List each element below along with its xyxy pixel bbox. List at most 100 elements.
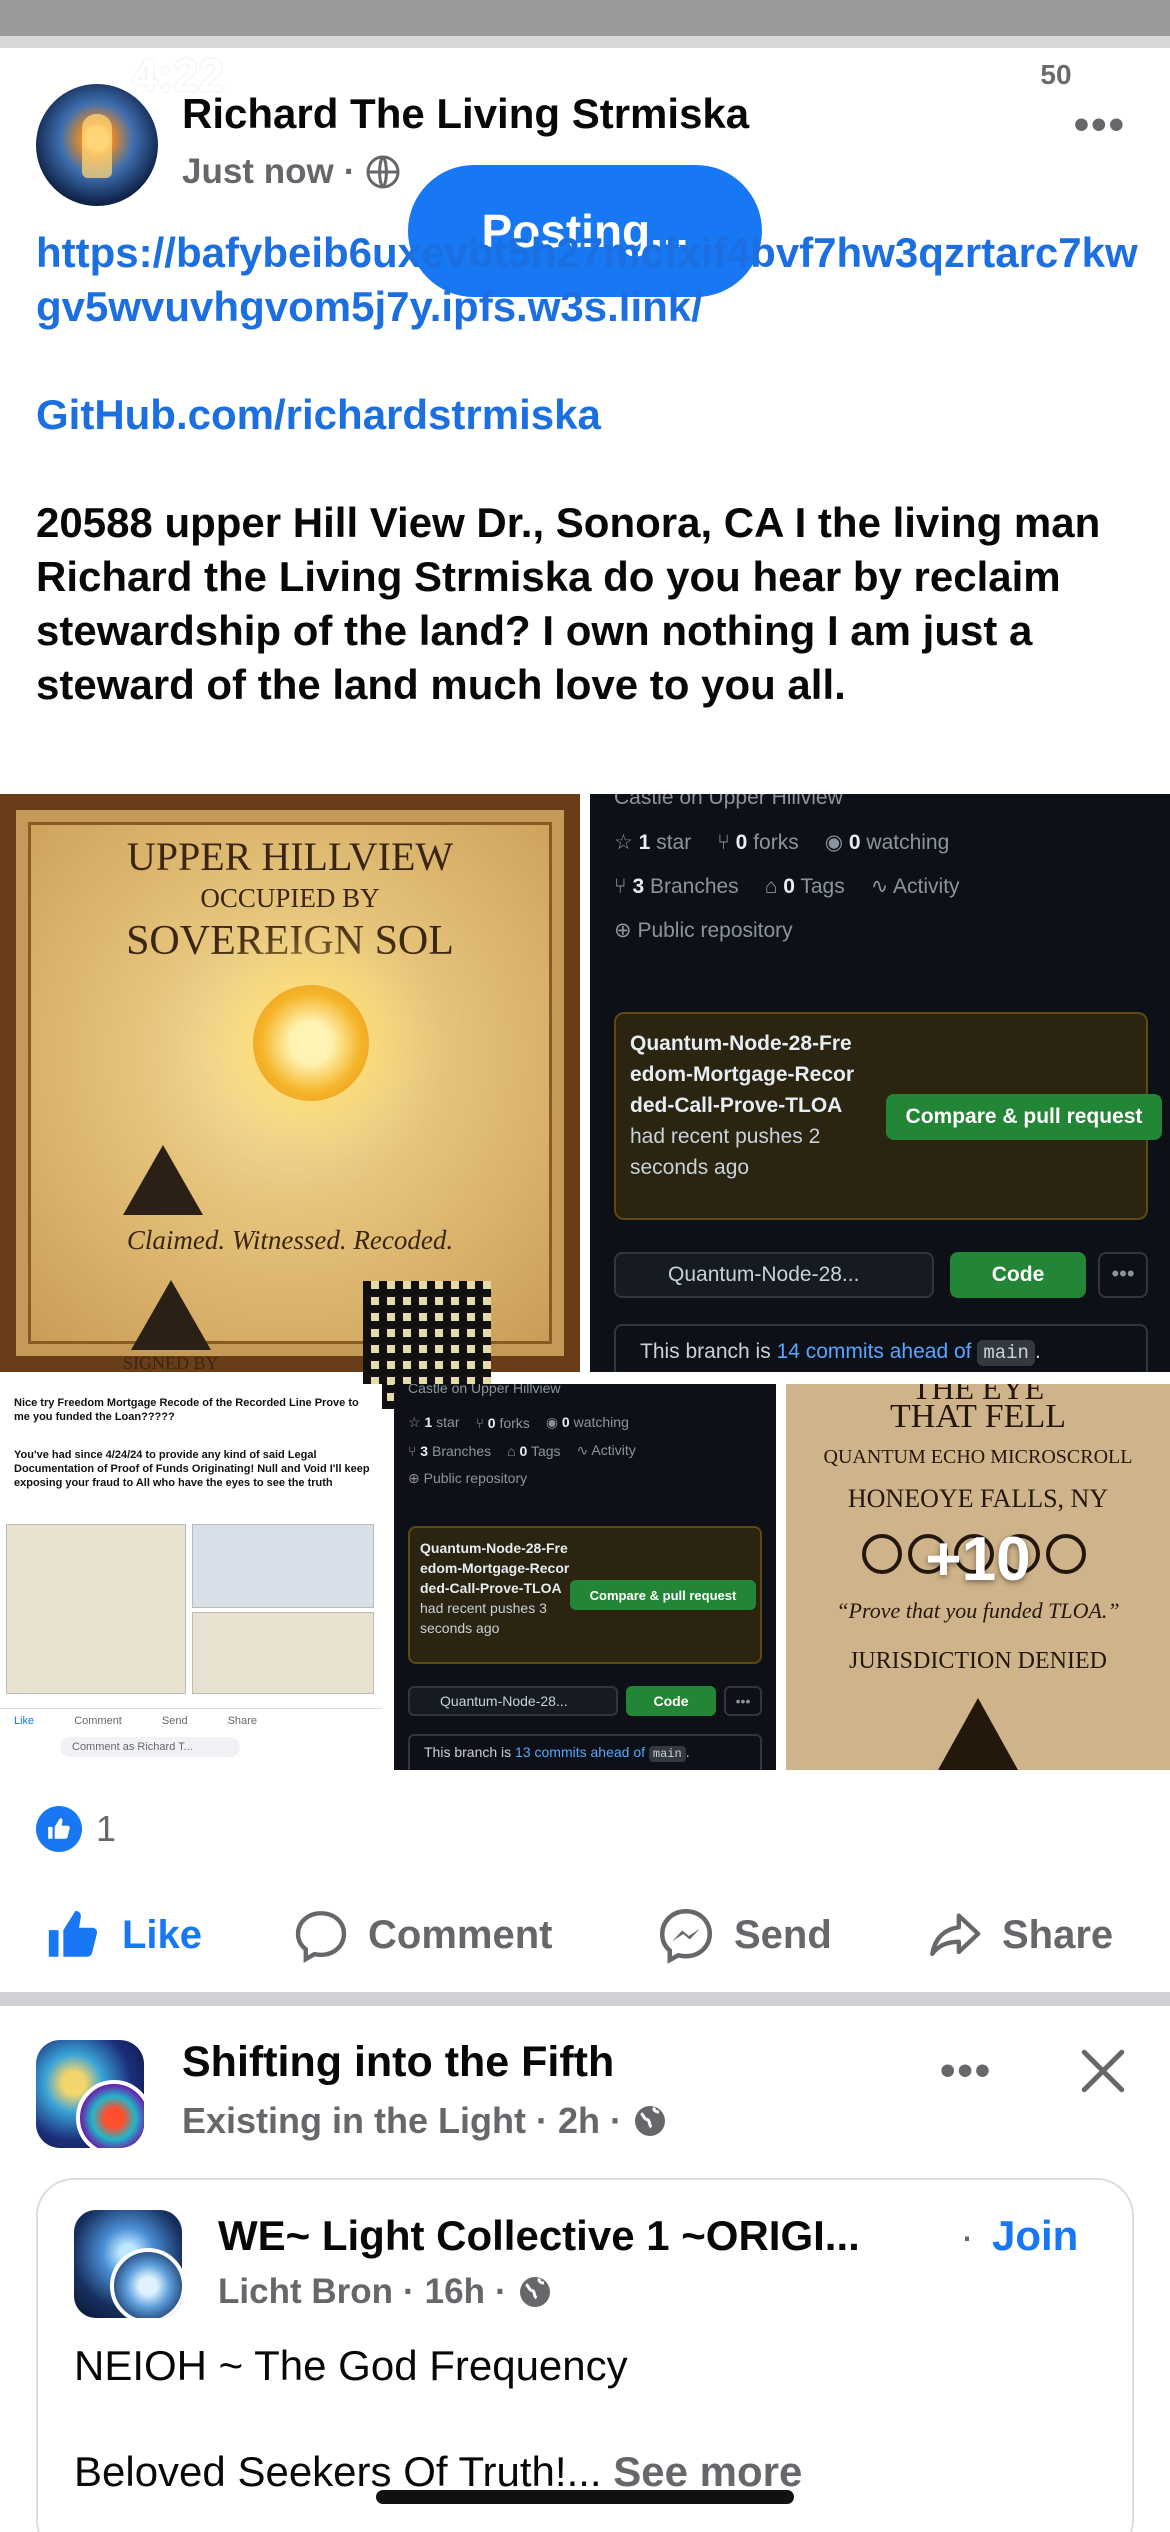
post-body: 20588 upper Hill View Dr., Sonora, CA I … <box>36 499 1101 708</box>
comment-button[interactable]: Comment <box>292 1892 552 1978</box>
page-name[interactable]: Shifting into the Fifth <box>182 2038 614 2087</box>
shared-preview-text: Beloved Seekers Of Truth!... <box>74 2448 602 2495</box>
text-gap <box>36 442 1146 496</box>
share-button[interactable]: Share <box>924 1892 1113 1978</box>
meta-separator: · <box>402 2272 415 2311</box>
shared-post-title: NEIOH ~ The God Frequency <box>74 2342 628 2389</box>
globe-icon <box>366 155 400 189</box>
see-more-link[interactable]: See more <box>613 2448 802 2495</box>
gh2-ahead-box: This branch is 13 commits ahead of main. <box>408 1734 762 1770</box>
triangle-cross-symbol-icon <box>123 1145 203 1215</box>
join-button[interactable]: Join <box>992 2212 1078 2260</box>
github-link[interactable]: GitHub.com/richardstrmiska <box>36 388 1146 442</box>
gh2-fork-label: forks <box>499 1414 530 1431</box>
gh-kebab-icon: ••• <box>1098 1252 1148 1298</box>
poster-title-line1: UPPER HILLVIEW <box>126 834 454 879</box>
gh2-branch-name: Quantum-Node-28-Freedom-Mortgage-Recorde… <box>420 1540 570 1596</box>
page-time[interactable]: 2h <box>558 2100 600 2142</box>
post-more-options-icon[interactable]: ••• <box>1074 100 1126 150</box>
branches-label: Branches <box>649 874 739 898</box>
signal-icon <box>875 56 923 90</box>
activity-label: Activity <box>893 875 960 898</box>
gh2-branch-text: Quantum-Node-28-Freedom-Mortgage-Recorde… <box>420 1538 570 1638</box>
ipfs-link[interactable]: https://bafybeib6uxevbt5h27mcfxif4bvf7hw… <box>36 226 1146 334</box>
poster-caption: Claimed. Witnessed. Recoded. <box>126 1225 454 1255</box>
gh-repo-name: Castle on Upper Hillview <box>614 794 843 810</box>
meta-separator: · <box>610 2100 623 2141</box>
photo-facebook-screenshot[interactable]: Nice try Freedom Mortgage Recode of the … <box>0 1384 382 1770</box>
post-action-bar: Like Comment Send Share <box>0 1892 1170 1978</box>
activity-stat: ∿ Activity <box>870 875 960 898</box>
close-icon[interactable] <box>1078 2046 1128 2096</box>
battery-icon: 50 <box>1016 54 1096 92</box>
gh-branch-name: Quantum-Node-28-Freedom-Mortgage-Recorde… <box>630 1032 855 1117</box>
mini-text-1: Nice try Freedom Mortgage Recode of the … <box>14 1397 359 1423</box>
photo-github-screenshot[interactable]: Castle on Upper Hillview ☆ 1 star ⑂ 0 fo… <box>590 794 1170 1372</box>
sun-emblem-icon <box>253 985 369 1101</box>
page-sub-name[interactable]: Existing in the Light <box>182 2100 526 2142</box>
more-photos-count: +10 <box>925 1525 1031 1594</box>
post-meta: Just now · <box>182 152 401 192</box>
gh2-recent-push-box: Quantum-Node-28-Freedom-Mortgage-Recorde… <box>408 1526 762 1664</box>
mini-text-2: You've had since 4/24/24 to provide any … <box>14 1449 370 1489</box>
mini-thumb-2 <box>192 1524 374 1608</box>
mini-action-bar: Like Comment Send Share Comment as Richa… <box>0 1708 382 1770</box>
poster2-footer: JURISDICTION DENIED <box>849 1648 1107 1674</box>
flame-triangle-icon <box>938 1698 1018 1770</box>
share-label: Share <box>1002 1912 1114 1957</box>
group-sub-avatar <box>110 2248 182 2318</box>
gh2-visibility-stat: ⊕ Public repository <box>408 1470 528 1486</box>
gh2-ahead-base: main <box>648 1746 686 1762</box>
status-indicators: LTE 50 <box>875 52 1096 94</box>
gh2-compare-button: Compare & pull request <box>570 1580 756 1610</box>
gh2-star-stat: ☆ 1 star <box>408 1414 460 1430</box>
gh-stats-row: ☆ 1 star ⑂ 0 forks ◉ 0 watching <box>614 830 949 855</box>
page-avatar[interactable] <box>36 2040 144 2148</box>
poster-footer: SIGNED BY <box>123 1353 219 1373</box>
visibility-label: Public repository <box>637 919 793 942</box>
meta-separator: · <box>494 2272 507 2311</box>
shared-post-preview: Beloved Seekers Of Truth!... See more <box>74 2448 802 2496</box>
shared-author[interactable]: Licht Bron <box>218 2272 393 2312</box>
post-time[interactable]: Just now <box>182 152 334 192</box>
mini-comment: Comment <box>74 1715 122 1727</box>
comment-label: Comment <box>368 1912 553 1957</box>
gh2-visibility-row: ⊕ Public repository <box>408 1470 527 1487</box>
gh2-branch-select: Quantum-Node-28... <box>408 1686 618 1716</box>
photo-poster-upper-hillview[interactable]: UPPER HILLVIEW OCCUPIED BY SOVEREIGN SOL… <box>0 794 580 1409</box>
ahead-link: 14 commits ahead of <box>776 1340 972 1363</box>
tags-label: Tags <box>800 874 845 898</box>
photo-poster-eye-that-fell[interactable]: THE EYE THAT FELL QUANTUM ECHO MICROSCRO… <box>786 1384 1170 1770</box>
watch-stat: ◉ 0 watching <box>824 831 950 854</box>
gh-branches-row: ⑂ 3 Branches ⌂ 0 Tags ∿ Activity <box>614 874 960 899</box>
watch-label: watching <box>866 831 950 854</box>
group-name[interactable]: WE~ Light Collective 1 ~ORIGI... <box>218 2212 860 2260</box>
post-author-name[interactable]: Richard The Living Strmiska <box>182 90 749 138</box>
page-more-options-icon[interactable]: ••• <box>940 2046 992 2096</box>
star-count: 1 <box>638 831 651 854</box>
globe-icon <box>635 2106 666 2136</box>
mini-actions: Like Comment Send Share <box>0 1709 382 1733</box>
author-avatar[interactable] <box>36 84 158 206</box>
home-indicator[interactable] <box>376 2490 794 2504</box>
poster-inner: UPPER HILLVIEW OCCUPIED BY SOVEREIGN SOL… <box>28 822 552 1409</box>
mini-comment-bar: Comment as Richard T... <box>60 1737 240 1757</box>
gh2-activity-stat: ∿ Activity <box>576 1442 636 1458</box>
poster2-title-line1: THAT FELL <box>890 1398 1066 1435</box>
gh-branch-select: Quantum-Node-28... <box>614 1252 934 1298</box>
gh2-code-button: Code <box>626 1686 716 1716</box>
gh2-visibility-label: Public repository <box>423 1470 528 1486</box>
like-button[interactable]: Like <box>42 1892 202 1978</box>
shared-time[interactable]: 16h <box>425 2272 485 2312</box>
send-button[interactable]: Send <box>656 1892 832 1978</box>
shared-post-card[interactable]: WE~ Light Collective 1 ~ORIGI... · Join … <box>36 2178 1134 2532</box>
gh2-branches-stat: ⑂ 3 Branches <box>408 1442 492 1459</box>
photo-github-screenshot-2[interactable]: Castle on Upper Hillview ☆ 1 star ⑂ 0 fo… <box>394 1384 776 1770</box>
group-avatar[interactable] <box>74 2210 182 2318</box>
gh-had-text: had recent pushes 2 seconds ago <box>630 1125 821 1179</box>
send-label: Send <box>734 1912 832 1957</box>
gh2-ahead-prefix: This branch is <box>424 1744 512 1760</box>
gh-compare-button: Compare & pull request <box>886 1094 1162 1140</box>
gh2-star-label: star <box>436 1414 460 1430</box>
reaction-summary[interactable]: 1 <box>36 1806 116 1852</box>
